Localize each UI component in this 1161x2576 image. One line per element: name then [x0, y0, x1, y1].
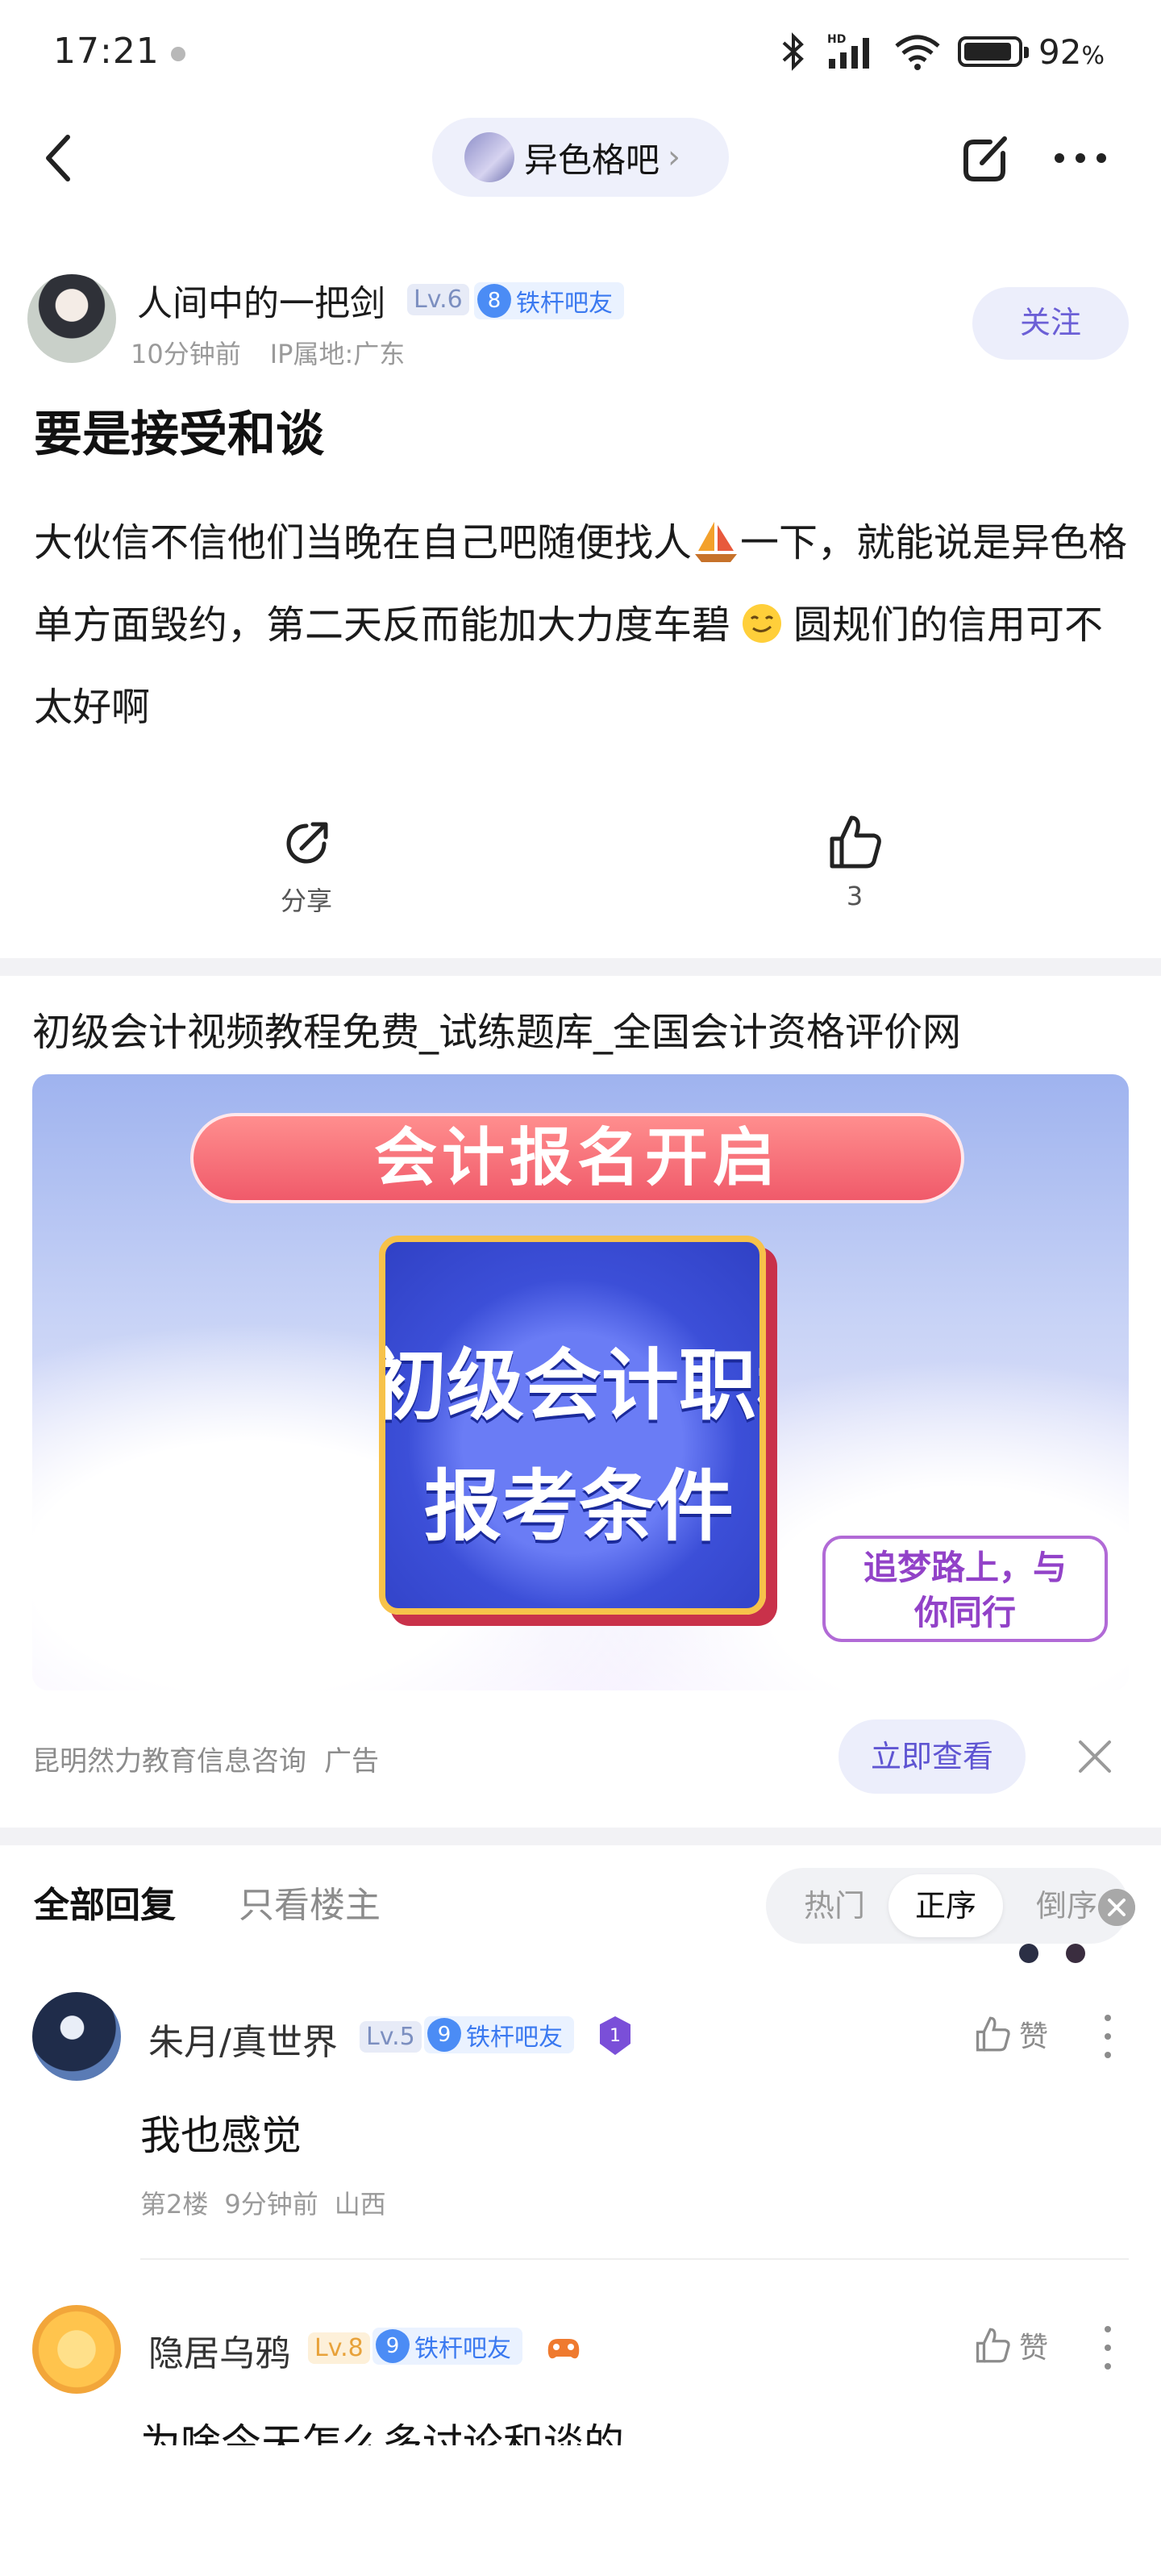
more-options-icon[interactable]	[1100, 2320, 1116, 2376]
reply-separator	[140, 2258, 1129, 2260]
fan-title: 铁杆吧友	[466, 2024, 563, 2052]
sort-ascending[interactable]: 正序	[888, 1874, 1003, 1937]
fan-level-icon: 9	[376, 2329, 410, 2363]
post-title: 要是接受和谈	[34, 406, 324, 463]
medal-number: 1	[610, 2026, 621, 2046]
ip-location: IP属地:广东	[269, 339, 406, 369]
author-avatar[interactable]	[27, 274, 116, 363]
forum-entry-button[interactable]: 异色格吧 ›	[432, 118, 729, 197]
thumbs-up-icon	[976, 2016, 1010, 2052]
more-options-icon[interactable]	[1100, 2008, 1116, 2065]
share-button[interactable]: 分享	[266, 815, 347, 918]
fan-badge: 9 铁杆吧友	[372, 2328, 522, 2365]
like-label: 赞	[1019, 2020, 1049, 2053]
forum-name: 异色格吧	[524, 140, 660, 180]
divider	[0, 958, 1161, 976]
floating-close-icon[interactable]	[1098, 1889, 1135, 1926]
reply-avatar[interactable]	[32, 1992, 121, 2081]
ad-cta-button[interactable]: 立即查看	[838, 1719, 1026, 1794]
ad-image[interactable]: 会计报名开启 初级会计职称 报考条件 追梦路上，与 你同行	[32, 1074, 1129, 1690]
svg-text:HD: HD	[827, 33, 846, 46]
author-name[interactable]: 人间中的一把剑	[137, 274, 385, 326]
reply-text-clip: 为啥今天怎么多讨论和谈的	[0, 2411, 1161, 2445]
fan-badge: 9 铁杆吧友	[424, 2016, 574, 2053]
post-body-text: 大伙信不信他们当晚在自己吧随便找人	[34, 520, 693, 565]
sort-hot[interactable]: 热门	[790, 1868, 879, 1944]
medal-icon: 1	[600, 2016, 630, 2055]
battery-percent-unit: %	[1081, 41, 1105, 70]
fan-title: 铁杆吧友	[516, 290, 613, 318]
sort-segmented-control: 热门 正序 倒序	[766, 1868, 1129, 1944]
fan-badge: 8 铁杆吧友	[474, 282, 624, 319]
gamepad-icon	[547, 2339, 580, 2359]
reply-time: 9分钟前	[224, 2189, 318, 2220]
floating-figures-icon[interactable]	[1011, 1942, 1100, 1963]
hd-signal-icon: HD	[827, 33, 870, 69]
reply-location: 山西	[334, 2189, 386, 2220]
ad-slogan-line2: 你同行	[913, 1593, 1016, 1632]
status-bar: 17:21 HD 92%	[0, 0, 1161, 105]
ad-card-line2: 报考条件	[424, 1461, 734, 1552]
back-icon[interactable]	[35, 126, 84, 190]
reply-text: 为啥今天怎么多讨论和谈的	[140, 2420, 624, 2445]
share-icon	[286, 822, 328, 864]
ad-title[interactable]: 初级会计视频教程免费_试练题库_全国会计资格评价网	[32, 1000, 961, 1057]
author-meta: 10分钟前 IP属地:广东	[131, 334, 405, 371]
thumbs-up-icon	[830, 815, 881, 869]
level-badge: Lv.5	[360, 2021, 422, 2053]
like-label: 赞	[1019, 2332, 1049, 2365]
follow-button[interactable]: 关注	[972, 287, 1129, 360]
fan-level-icon: 8	[477, 284, 511, 318]
ad-slogan-line1: 追梦路上，与	[863, 1548, 1067, 1587]
reply-text: 我也感觉	[140, 2112, 302, 2159]
ad-label: 广告	[324, 1745, 379, 1778]
like-count: 3	[846, 881, 863, 911]
reply-author-name[interactable]: 隐居乌鸦	[148, 2324, 290, 2376]
fan-level-icon: 9	[427, 2018, 461, 2052]
level-badge: Lv.6	[407, 284, 469, 315]
ad-meta: 昆明然力教育信息咨询 广告	[32, 1739, 379, 1778]
battery-percent: 92%	[1038, 32, 1105, 72]
ad-banner-text: 会计报名开启	[190, 1113, 964, 1203]
wifi-icon	[895, 35, 940, 70]
level-badge: Lv.8	[308, 2332, 370, 2364]
battery-percent-value: 92	[1038, 31, 1082, 72]
tab-owner-only[interactable]: 只看楼主	[239, 1876, 381, 1928]
thumbs-up-icon	[976, 2328, 1010, 2363]
share-label: 分享	[280, 886, 332, 916]
reply-floor: 第2楼	[140, 2189, 209, 2220]
close-icon[interactable]	[1072, 1734, 1117, 1779]
reply-avatar[interactable]	[32, 2305, 121, 2394]
more-icon[interactable]	[1048, 134, 1113, 182]
edit-icon[interactable]	[958, 129, 1016, 187]
ad-slogan: 追梦路上，与 你同行	[822, 1536, 1108, 1642]
like-button[interactable]: 3	[814, 811, 895, 911]
status-icons: HD 92%	[777, 29, 1105, 74]
like-button[interactable]: 赞	[972, 2324, 1048, 2366]
fan-title: 铁杆吧友	[414, 2335, 511, 2363]
post-time: 10分钟前	[131, 339, 241, 369]
reply-meta: 第2楼 9分钟前 山西	[140, 2184, 386, 2221]
reply-author-name[interactable]: 朱月/真世界	[148, 2013, 338, 2065]
chevron-right-icon: ›	[668, 139, 681, 176]
divider	[0, 1828, 1161, 1845]
status-time: 17:21	[53, 31, 160, 72]
like-button[interactable]: 赞	[972, 2013, 1048, 2055]
post-body: 大伙信不信他们当晚在自己吧随便找人 一下，就能说是异色格单方面毁约，第二天反而能加…	[34, 502, 1138, 748]
bluetooth-icon	[782, 32, 804, 71]
forum-avatar	[464, 132, 514, 182]
battery-icon	[958, 36, 1030, 67]
smirk-emoji	[743, 604, 782, 643]
notification-dot-icon	[171, 47, 185, 61]
tab-all-replies[interactable]: 全部回复	[34, 1876, 176, 1928]
sailboat-emoji	[695, 522, 738, 562]
ad-card: 初级会计职称 报考条件	[379, 1236, 766, 1615]
ad-advertiser: 昆明然力教育信息咨询	[32, 1745, 306, 1778]
ad-card-line1: 初级会计职称	[379, 1340, 759, 1431]
